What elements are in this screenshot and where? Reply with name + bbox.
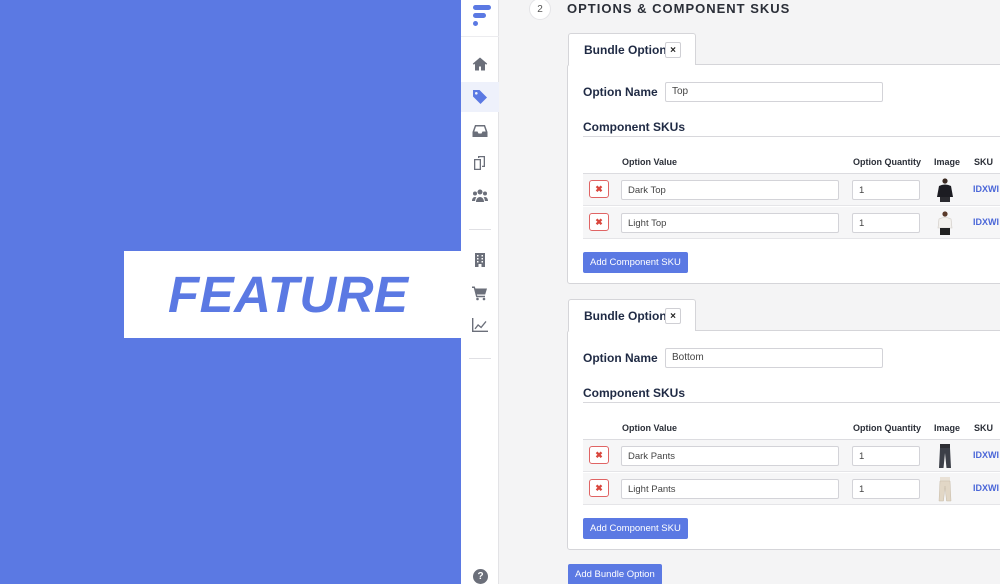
feature-title: FEATURE <box>168 266 409 323</box>
close-icon[interactable]: × <box>665 308 681 324</box>
section-title: OPTIONS & COMPONENT SKUS <box>567 1 791 16</box>
add-component-sku-button[interactable]: Add Component SKU <box>583 518 688 539</box>
building-icon <box>475 253 485 267</box>
tab-bundle-option[interactable]: Bundle Option × <box>568 33 696 65</box>
add-bundle-option-button[interactable]: Add Bundle Option <box>568 564 662 584</box>
tab-label: Bundle Option <box>584 43 667 57</box>
bundle-option-panel: Option Name Bottom Component SKUs Option… <box>567 330 1000 550</box>
delete-row-button[interactable]: ✖ <box>589 479 609 497</box>
table-row: ✖ Dark Top 1 IDXWI <box>583 174 1000 206</box>
sku-link[interactable]: IDXWI <box>973 483 999 493</box>
option-quantity-input[interactable]: 1 <box>852 479 920 499</box>
tag-icon <box>473 90 487 104</box>
component-skus-heading: Component SKUs <box>583 120 685 134</box>
sidebar-item-home[interactable] <box>461 49 499 79</box>
delete-row-button[interactable]: ✖ <box>589 213 609 231</box>
product-thumbnail-light-top <box>937 211 953 235</box>
documents-icon <box>474 156 485 170</box>
option-value-input[interactable]: Light Top <box>621 213 839 233</box>
option-quantity-input[interactable]: 1 <box>852 213 920 233</box>
component-skus-heading: Component SKUs <box>583 386 685 400</box>
bundle-option-panel: Option Name Top Component SKUs Option Va… <box>567 64 1000 284</box>
help-icon[interactable]: ? <box>473 569 488 584</box>
sidebar-divider <box>469 358 491 359</box>
feature-banner: FEATURE <box>124 251 461 338</box>
sku-link[interactable]: IDXWI <box>973 450 999 460</box>
sidebar-item-customers[interactable] <box>461 181 499 211</box>
column-header-sku: SKU <box>974 423 994 433</box>
step-number: 2 <box>529 0 551 20</box>
tab-bundle-option[interactable]: Bundle Option × <box>568 299 696 331</box>
column-header-option-quantity: Option Quantity <box>853 157 921 167</box>
option-name-label: Option Name <box>583 85 658 99</box>
section-divider <box>583 136 1000 137</box>
option-name-input[interactable]: Bottom <box>665 348 883 368</box>
close-icon[interactable]: × <box>665 42 681 58</box>
sidebar: ? <box>461 0 499 584</box>
product-thumbnail-light-pants <box>938 477 952 502</box>
sidebar-divider <box>469 229 491 230</box>
delete-row-button[interactable]: ✖ <box>589 180 609 198</box>
column-header-option-value: Option Value <box>622 157 678 167</box>
option-name-input[interactable]: Top <box>665 82 883 102</box>
sidebar-item-analytics[interactable] <box>461 310 499 340</box>
app-window: ? 2 OPTIONS & COMPONENT SKUS Bundle Opti… <box>461 0 1000 584</box>
option-value-input[interactable]: Light Pants <box>621 479 839 499</box>
column-header-image: Image <box>934 423 961 433</box>
option-value-input[interactable]: Dark Top <box>621 180 839 200</box>
sidebar-item-company[interactable] <box>461 245 499 275</box>
column-header-option-quantity: Option Quantity <box>853 423 921 433</box>
table-row: ✖ Light Top 1 IDXWI <box>583 207 1000 239</box>
tab-label: Bundle Option <box>584 309 667 323</box>
option-quantity-input[interactable]: 1 <box>852 180 920 200</box>
sidebar-item-inbox[interactable] <box>461 116 499 146</box>
table-row: ✖ Light Pants 1 IDXWI <box>583 473 1000 505</box>
brand-logo[interactable] <box>469 2 493 28</box>
inbox-icon <box>472 125 488 137</box>
column-header-option-value: Option Value <box>622 423 678 433</box>
sku-link[interactable]: IDXWI <box>973 217 999 227</box>
main-content: 2 OPTIONS & COMPONENT SKUS Bundle Option… <box>499 0 1000 584</box>
column-header-sku: SKU <box>974 157 994 167</box>
option-quantity-input[interactable]: 1 <box>852 446 920 466</box>
cart-icon <box>472 286 487 301</box>
logo-divider <box>461 36 499 37</box>
option-value-input[interactable]: Dark Pants <box>621 446 839 466</box>
section-divider <box>583 402 1000 403</box>
column-header-image: Image <box>934 157 961 167</box>
product-thumbnail-dark-pants <box>939 444 951 468</box>
sidebar-item-orders[interactable] <box>461 278 499 308</box>
table-row: ✖ Dark Pants 1 IDXWI <box>583 440 1000 472</box>
home-icon <box>472 57 488 71</box>
sku-link[interactable]: IDXWI <box>973 184 999 194</box>
sidebar-item-products[interactable] <box>461 82 499 112</box>
sidebar-item-documents[interactable] <box>461 148 499 178</box>
option-name-label: Option Name <box>583 351 658 365</box>
product-thumbnail-dark-top <box>937 178 953 202</box>
add-component-sku-button[interactable]: Add Component SKU <box>583 252 688 273</box>
users-icon <box>472 189 488 202</box>
delete-row-button[interactable]: ✖ <box>589 446 609 464</box>
chart-icon <box>472 318 488 332</box>
